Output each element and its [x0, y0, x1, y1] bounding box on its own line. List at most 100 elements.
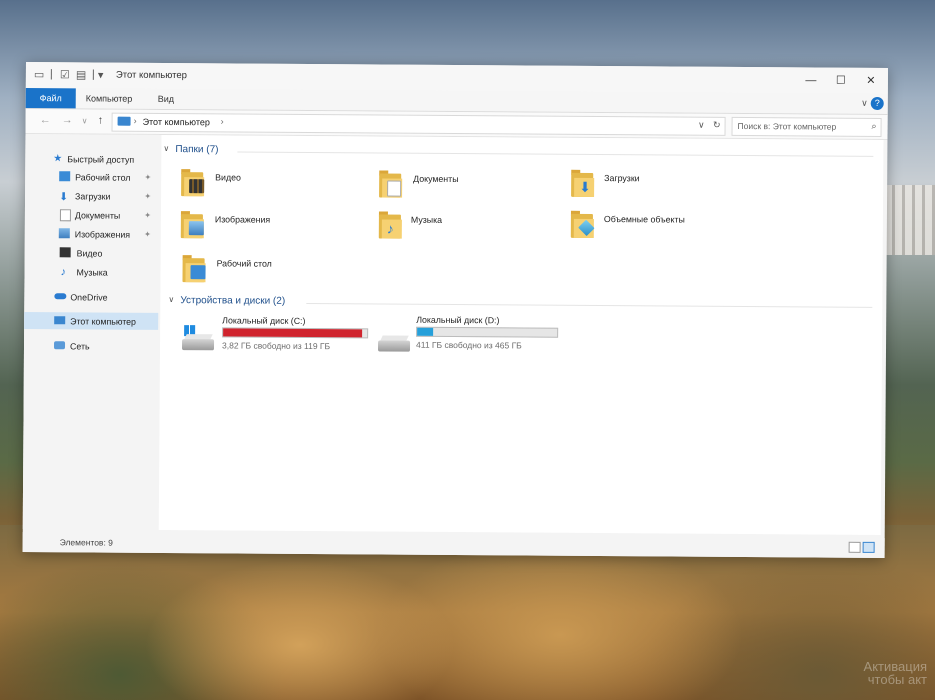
network-icon [53, 341, 66, 350]
sidebar-item-label: OneDrive [70, 292, 108, 303]
customize-toolbar-icon[interactable]: ▾ [98, 69, 104, 82]
forward-button[interactable]: → [62, 114, 73, 126]
folder-desktop-icon [182, 255, 206, 283]
folder-music-icon: ♪ [378, 211, 403, 239]
search-icon[interactable]: ⌕ [871, 121, 876, 132]
item-count: Элементов: 9 [59, 537, 113, 548]
address-bar[interactable]: › Этот компьютер › ∨ ↻ [111, 112, 726, 136]
tab-view[interactable]: Вид [158, 89, 174, 109]
pin-icon[interactable]: ✦ [144, 192, 151, 201]
group-divider [306, 302, 873, 308]
sidebar-item-music[interactable]: ♪ Музыка [24, 263, 158, 281]
computer-icon [117, 116, 131, 126]
properties-icon[interactable]: ☑ [60, 68, 70, 81]
cloud-icon [54, 293, 67, 300]
new-folder-icon[interactable]: ▤ [76, 68, 86, 81]
desktop-icon [59, 171, 71, 182]
group-collapse-icon[interactable]: ∨ [168, 295, 174, 304]
tab-file[interactable]: Файл [25, 87, 76, 109]
breadcrumb[interactable]: Этот компьютер [143, 117, 210, 127]
folder-label: Изображения [214, 214, 271, 225]
computer-icon [54, 316, 66, 325]
divider-icon: | [91, 68, 95, 81]
drive-label: Локальный диск (D:) [416, 314, 500, 326]
folder-label: Загрузки [604, 173, 640, 184]
sidebar-item-label: Музыка [76, 267, 108, 278]
sidebar-item-label: Сеть [69, 341, 90, 352]
sidebar-item-this-pc[interactable]: Этот компьютер [24, 311, 159, 330]
folder-label: Музыка [410, 214, 443, 225]
window-title: Этот компьютер [115, 69, 187, 82]
computer-icon: ▭ [33, 69, 45, 82]
pictures-icon [58, 228, 70, 239]
sidebar-item-label: Быстрый доступ [67, 154, 135, 165]
wallpaper-town [885, 185, 935, 255]
sidebar-item-network[interactable]: Сеть [24, 337, 158, 355]
refresh-icon[interactable]: ↻ [713, 120, 721, 131]
folder-downloads-icon: ⬇ [571, 169, 595, 198]
sidebar-item-pictures[interactable]: Изображения ✦ [25, 225, 159, 243]
sidebar-item-onedrive[interactable]: OneDrive [24, 288, 158, 306]
search-placeholder: Поиск в: Этот компьютер [737, 120, 837, 132]
pin-icon[interactable]: ✦ [144, 230, 151, 239]
tiles-view-button[interactable] [862, 541, 875, 553]
folder-label: Видео [215, 172, 241, 183]
sidebar-item-label: Загрузки [75, 191, 111, 202]
drive-usage-fill [417, 327, 434, 336]
documents-icon [59, 209, 71, 222]
drive-usage-fill [223, 328, 363, 338]
folder-video-icon [181, 169, 205, 197]
drive-free-space: 411 ГБ свободно из 465 ГБ [416, 339, 522, 351]
video-icon [59, 247, 71, 258]
star-icon: ★ [53, 153, 63, 165]
download-icon: ⬇ [59, 191, 69, 204]
group-divider [237, 151, 874, 157]
system-drive-icon [181, 325, 215, 351]
breadcrumb-separator: › [133, 115, 137, 126]
folder-3d-objects-icon [570, 210, 595, 239]
search-input[interactable]: Поиск в: Этот компьютер ⌕ [731, 116, 882, 137]
navigation-pane: ★ Быстрый доступ Рабочий стол ✦ ⬇ Загруз… [22, 133, 160, 530]
music-icon: ♪ [60, 266, 67, 279]
file-explorer-window: ▭ | ☑ ▤ | ▾ Этот компьютер — ☐ ✕ Файл Ко… [22, 62, 888, 559]
back-button[interactable]: ← [40, 114, 51, 126]
folder-label: Объемные объекты [603, 214, 685, 225]
sidebar-item-label: Документы [74, 210, 121, 221]
address-dropdown-icon[interactable]: ∨ [698, 120, 705, 131]
folder-pictures-icon [180, 211, 205, 239]
sidebar-item-downloads[interactable]: ⬇ Загрузки ✦ [25, 187, 159, 205]
divider-icon: | [49, 68, 53, 81]
tab-computer[interactable]: Компьютер [86, 88, 133, 108]
maximize-button[interactable]: ☐ [826, 71, 856, 91]
ribbon-expand-icon[interactable]: ∨ [861, 98, 868, 109]
close-button[interactable]: ✕ [856, 71, 886, 91]
breadcrumb-separator[interactable]: › [221, 116, 224, 126]
folder-label: Документы [413, 173, 459, 185]
pin-icon[interactable]: ✦ [144, 211, 151, 220]
drive-icon [377, 334, 411, 352]
drives-group-header[interactable]: Устройства и диски (2) [180, 295, 285, 307]
sidebar-item-label: Этот компьютер [70, 316, 137, 327]
recent-locations-button[interactable]: ∨ [82, 116, 88, 125]
drive-free-space: 3,82 ГБ свободно из 119 ГБ [221, 340, 331, 352]
minimize-button[interactable]: — [796, 70, 826, 90]
group-collapse-icon[interactable]: ∨ [163, 144, 169, 153]
up-button[interactable]: ↑ [98, 115, 104, 127]
drive-usage-bar [416, 326, 559, 338]
folder-documents-icon [379, 170, 403, 198]
details-view-button[interactable] [848, 541, 861, 553]
sidebar-item-documents[interactable]: Документы ✦ [25, 206, 159, 224]
folders-group-header[interactable]: Папки (7) [175, 144, 218, 155]
sidebar-item-label: Изображения [74, 229, 131, 240]
help-icon[interactable]: ? [870, 96, 884, 110]
drive-label: Локальный диск (C:) [222, 315, 306, 326]
sidebar-item-quick-access[interactable]: ★ Быстрый доступ [25, 150, 159, 168]
sidebar-item-label: Видео [76, 248, 103, 259]
pin-icon[interactable]: ✦ [144, 173, 151, 182]
drive-usage-bar [222, 327, 369, 339]
sidebar-item-video[interactable]: Видео [25, 244, 159, 262]
folder-label: Рабочий стол [216, 258, 272, 269]
activation-watermark: Активация чтобы акт [863, 659, 927, 687]
sidebar-item-label: Рабочий стол [75, 172, 131, 183]
sidebar-item-desktop[interactable]: Рабочий стол ✦ [25, 168, 159, 186]
